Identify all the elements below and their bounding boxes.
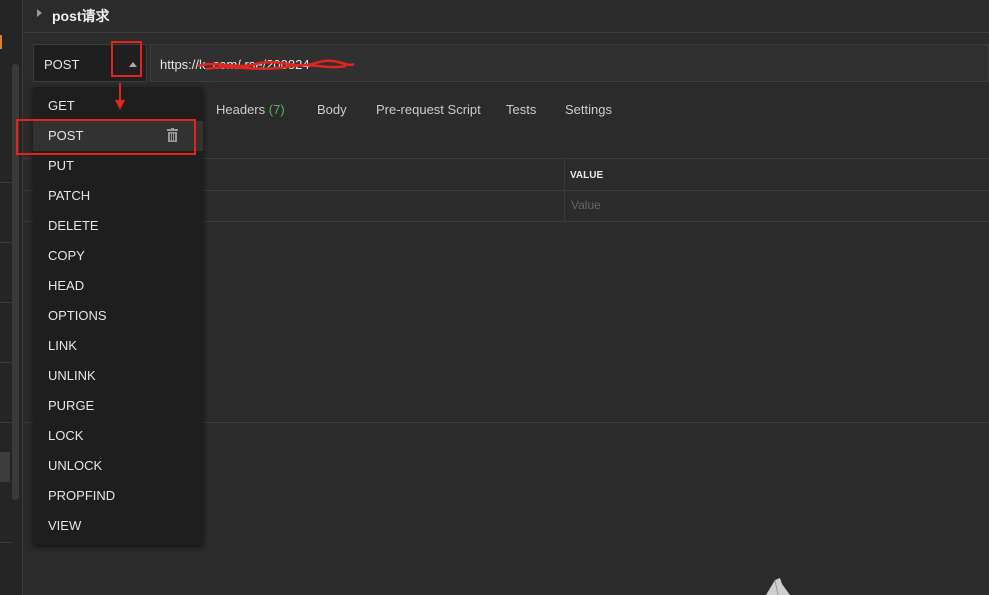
method-option-unlock[interactable]: UNLOCK bbox=[33, 451, 203, 481]
collections-sidebar bbox=[0, 0, 23, 595]
request-name[interactable]: post请求 bbox=[52, 6, 110, 26]
method-option-link[interactable]: LINK bbox=[33, 331, 203, 361]
method-option-propfind[interactable]: PROPFIND bbox=[33, 481, 203, 511]
method-option-delete[interactable]: DELETE bbox=[33, 211, 203, 241]
tab-body[interactable]: Body bbox=[317, 102, 347, 117]
sidebar-divider bbox=[0, 242, 12, 243]
method-option-view[interactable]: VIEW bbox=[33, 511, 203, 541]
tab-settings[interactable]: Settings bbox=[565, 102, 612, 117]
method-option-options[interactable]: OPTIONS bbox=[33, 301, 203, 331]
method-option-copy[interactable]: COPY bbox=[33, 241, 203, 271]
sidebar-divider bbox=[0, 542, 12, 543]
tab-tests[interactable]: Tests bbox=[506, 102, 536, 117]
sidebar-divider bbox=[0, 362, 12, 363]
tab-pre-request-script[interactable]: Pre-request Script bbox=[376, 102, 481, 117]
annotation-arrow-icon bbox=[115, 83, 125, 110]
annotation-box-post bbox=[16, 119, 196, 155]
method-option-purge[interactable]: PURGE bbox=[33, 391, 203, 421]
request-header: post请求 bbox=[23, 0, 989, 33]
tab-headers-label: Headers bbox=[216, 102, 266, 117]
caret-right-icon[interactable] bbox=[37, 9, 42, 17]
method-option-head[interactable]: HEAD bbox=[33, 271, 203, 301]
sidebar-item-selected[interactable] bbox=[0, 452, 10, 482]
sidebar-active-marker bbox=[0, 35, 6, 49]
tab-headers[interactable]: Headers (7) bbox=[216, 102, 285, 117]
method-option-patch[interactable]: PATCH bbox=[33, 181, 203, 211]
table-column-divider bbox=[564, 158, 565, 222]
method-option-unlink[interactable]: UNLINK bbox=[33, 361, 203, 391]
redaction-scribble bbox=[197, 59, 355, 71]
tab-headers-count: (7) bbox=[268, 102, 285, 117]
value-column-header: VALUE bbox=[570, 170, 604, 181]
value-input[interactable]: Value bbox=[571, 198, 601, 212]
method-option-put[interactable]: PUT bbox=[33, 151, 203, 181]
method-option-lock[interactable]: LOCK bbox=[33, 421, 203, 451]
sidebar-divider bbox=[0, 182, 12, 183]
annotation-box-arrow bbox=[111, 41, 142, 77]
method-dropdown-menu: GET POST PUT PATCH DELETE COPY HEAD OPTI… bbox=[33, 87, 203, 545]
sidebar-divider bbox=[0, 422, 12, 423]
sidebar-divider bbox=[0, 302, 12, 303]
app-logo-icon bbox=[766, 578, 790, 595]
method-select-value: POST bbox=[44, 57, 80, 72]
